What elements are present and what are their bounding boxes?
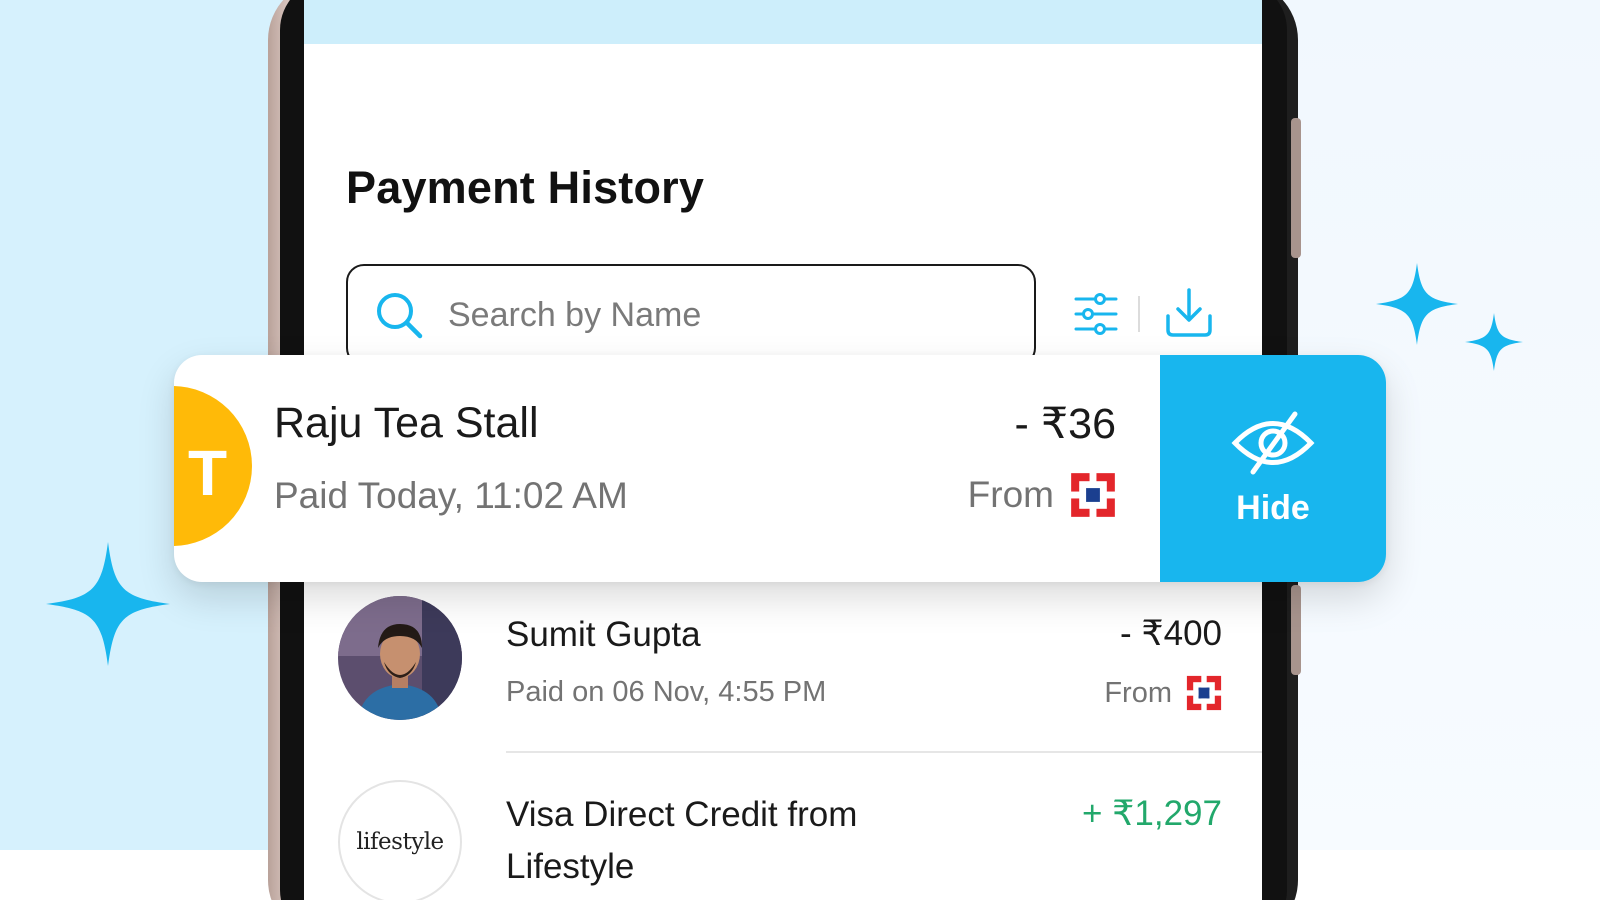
swiped-transaction-card[interactable]: T Raju Tea Stall Paid Today, 11:02 AM - …	[174, 355, 1386, 582]
transaction-name-continued: Lifestyle	[506, 847, 635, 886]
bank-logo-icon	[1070, 472, 1116, 518]
transaction-amount: - ₹400	[1119, 614, 1222, 653]
merchant-logo: lifestyle	[338, 780, 462, 900]
transaction-subtitle: Paid on 06 Nov, 4:55 PM	[506, 676, 827, 708]
phone-side-button	[1291, 118, 1301, 258]
transaction-source: From	[1104, 675, 1222, 711]
bank-logo-icon	[1186, 675, 1222, 711]
filter-sliders-icon[interactable]	[1072, 290, 1120, 343]
from-label: From	[1104, 676, 1172, 709]
phone-side-button	[1291, 585, 1301, 675]
toolbar-divider	[1138, 296, 1140, 332]
transaction-amount: - ₹36	[1014, 400, 1116, 448]
eye-slash-icon	[1231, 410, 1315, 481]
sparkle-icon	[1465, 313, 1523, 371]
avatar-letter: T	[188, 437, 228, 509]
page-title: Payment History	[346, 162, 705, 213]
merchant-logo-text: lifestyle	[356, 829, 444, 855]
hide-button[interactable]: Hide	[1160, 355, 1386, 582]
from-label: From	[967, 474, 1054, 515]
sparkle-icon	[46, 542, 170, 666]
download-icon[interactable]	[1162, 286, 1216, 345]
avatar	[338, 596, 462, 720]
list-divider	[506, 751, 1262, 753]
transaction-source: From	[968, 472, 1116, 518]
transaction-name: Sumit Gupta	[506, 615, 701, 654]
search-input[interactable]	[448, 292, 1008, 338]
search-icon	[374, 290, 426, 347]
transaction-name: Raju Tea Stall	[274, 399, 539, 447]
transaction-amount: + ₹1,297	[1081, 794, 1222, 833]
transaction-subtitle: Paid Today, 11:02 AM	[274, 475, 628, 516]
sparkle-icon	[1376, 263, 1458, 345]
search-box[interactable]	[346, 264, 1036, 366]
status-bar	[304, 0, 1262, 44]
avatar: T	[174, 386, 252, 546]
hide-button-label: Hide	[1236, 488, 1310, 527]
transaction-name: Visa Direct Credit from	[506, 795, 858, 834]
